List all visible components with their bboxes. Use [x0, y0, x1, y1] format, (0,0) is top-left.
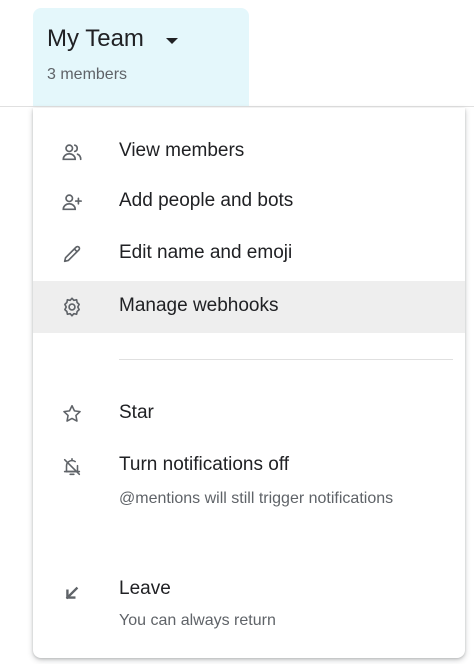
menu-item-turn-notifications-off[interactable]: Turn notifications off @mentions will st… [33, 442, 465, 558]
menu-item-manage-webhooks[interactable]: Manage webhooks [33, 281, 465, 333]
room-member-count: 3 members [47, 66, 128, 83]
menu-item-label: Leave [119, 578, 171, 599]
header-divider [0, 106, 474, 107]
menu-item-star[interactable]: Star [33, 390, 465, 438]
menu-item-edit-name[interactable]: Edit name and emoji [33, 230, 465, 278]
menu-item-description: You can always return [119, 612, 276, 629]
menu-item-leave[interactable]: Leave You can always return [33, 566, 465, 642]
people-icon [61, 141, 83, 163]
menu-item-description: @mentions will still trigger notificatio… [119, 490, 394, 507]
menu-item-label: View members [119, 140, 245, 161]
room-title: My Team [47, 25, 144, 52]
menu-item-view-members[interactable]: View members [33, 128, 465, 176]
room-menu-trigger[interactable]: My Team 3 members [33, 8, 249, 106]
page: My Team 3 members View members Add peopl… [0, 0, 474, 664]
menu-item-label: Add people and bots [119, 190, 294, 211]
room-dropdown-menu: View members Add people and bots Edit na… [33, 108, 465, 658]
menu-item-label: Star [119, 402, 154, 423]
bell-off-icon [61, 456, 83, 478]
menu-item-label: Edit name and emoji [119, 242, 293, 263]
menu-item-add-people[interactable]: Add people and bots [33, 178, 465, 226]
menu-divider [119, 359, 453, 360]
leave-arrow-icon [61, 582, 83, 604]
pencil-icon [61, 243, 83, 265]
menu-item-label: Manage webhooks [119, 295, 279, 316]
menu-item-label: Turn notifications off [119, 454, 290, 475]
person-add-icon [61, 191, 83, 213]
arrow-drop-down-icon [165, 37, 178, 44]
gear-icon [61, 296, 83, 318]
star-outline-icon [61, 403, 83, 425]
room-title-row: My Team [47, 24, 249, 54]
